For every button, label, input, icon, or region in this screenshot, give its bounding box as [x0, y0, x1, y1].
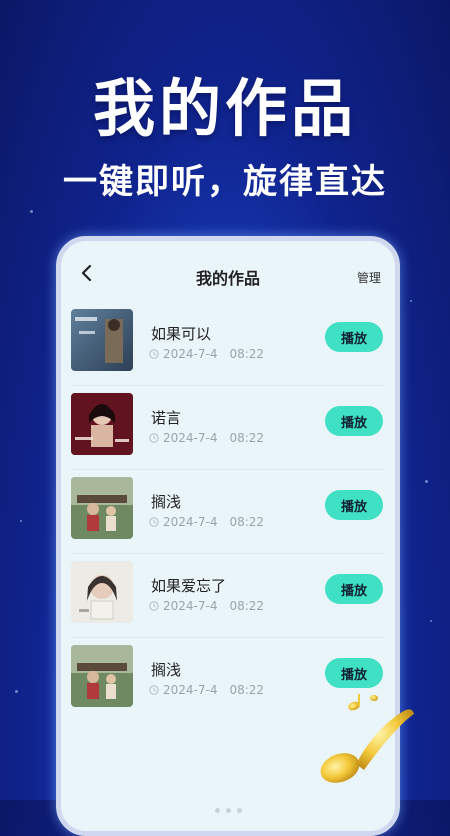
play-button[interactable]: 播放	[325, 322, 383, 352]
song-title: 诺言	[151, 409, 182, 427]
date-text: 2024-7-4	[163, 515, 218, 529]
list-item[interactable]: 如果可以 2024-7-4 08:22 播放	[61, 301, 395, 385]
play-button[interactable]: 播放	[325, 406, 383, 436]
timestamp: 2024-7-4 08:22	[149, 347, 264, 361]
clock-icon	[149, 349, 159, 359]
album-cover-image	[71, 561, 133, 623]
time-text: 08:22	[229, 347, 265, 361]
app-bar: 我的作品 管理	[61, 241, 395, 305]
page-title: 我的作品	[195, 269, 260, 288]
song-title: 搁浅	[151, 493, 182, 511]
clock-icon	[149, 517, 159, 527]
list-item[interactable]: 搁浅 2024-7-4 08:22 播放	[61, 469, 395, 553]
time-text: 08:22	[229, 431, 265, 445]
song-title: 搁浅	[151, 661, 182, 679]
play-button[interactable]: 播放	[325, 658, 383, 688]
album-cover-image	[71, 393, 133, 455]
date-text: 2024-7-4	[163, 683, 218, 697]
list-item[interactable]: 诺言 2024-7-4 08:22 播放	[61, 385, 395, 469]
date-text: 2024-7-4	[163, 599, 218, 613]
timestamp: 2024-7-4 08:22	[149, 515, 264, 529]
list-item[interactable]: 如果爱忘了 2024-7-4 08:22 播放	[61, 553, 395, 637]
song-title: 如果爱忘了	[151, 577, 227, 595]
time-text: 08:22	[229, 515, 265, 529]
hero-title: 我的作品	[92, 72, 357, 145]
music-note-icon	[320, 694, 414, 783]
works-list: 如果可以 2024-7-4 08:22 播放 诺言 2024-7-4 08:22…	[61, 301, 395, 721]
play-button[interactable]: 播放	[325, 574, 383, 604]
manage-button[interactable]: 管理	[357, 269, 381, 286]
album-cover-image	[71, 477, 133, 539]
date-text: 2024-7-4	[163, 431, 218, 445]
timestamp: 2024-7-4 08:22	[149, 431, 264, 445]
clock-icon	[149, 685, 159, 695]
page-indicator	[61, 798, 395, 817]
album-cover-image	[71, 309, 133, 371]
clock-icon	[149, 433, 159, 443]
timestamp: 2024-7-4 08:22	[149, 599, 264, 613]
time-text: 08:22	[229, 599, 265, 613]
play-button[interactable]: 播放	[325, 490, 383, 520]
time-text: 08:22	[229, 683, 265, 697]
date-text: 2024-7-4	[163, 347, 218, 361]
hero-subtitle: 一键即听，旋律直达	[63, 162, 387, 202]
clock-icon	[149, 601, 159, 611]
timestamp: 2024-7-4 08:22	[149, 683, 264, 697]
song-title: 如果可以	[151, 325, 212, 343]
album-cover-image	[71, 645, 133, 707]
